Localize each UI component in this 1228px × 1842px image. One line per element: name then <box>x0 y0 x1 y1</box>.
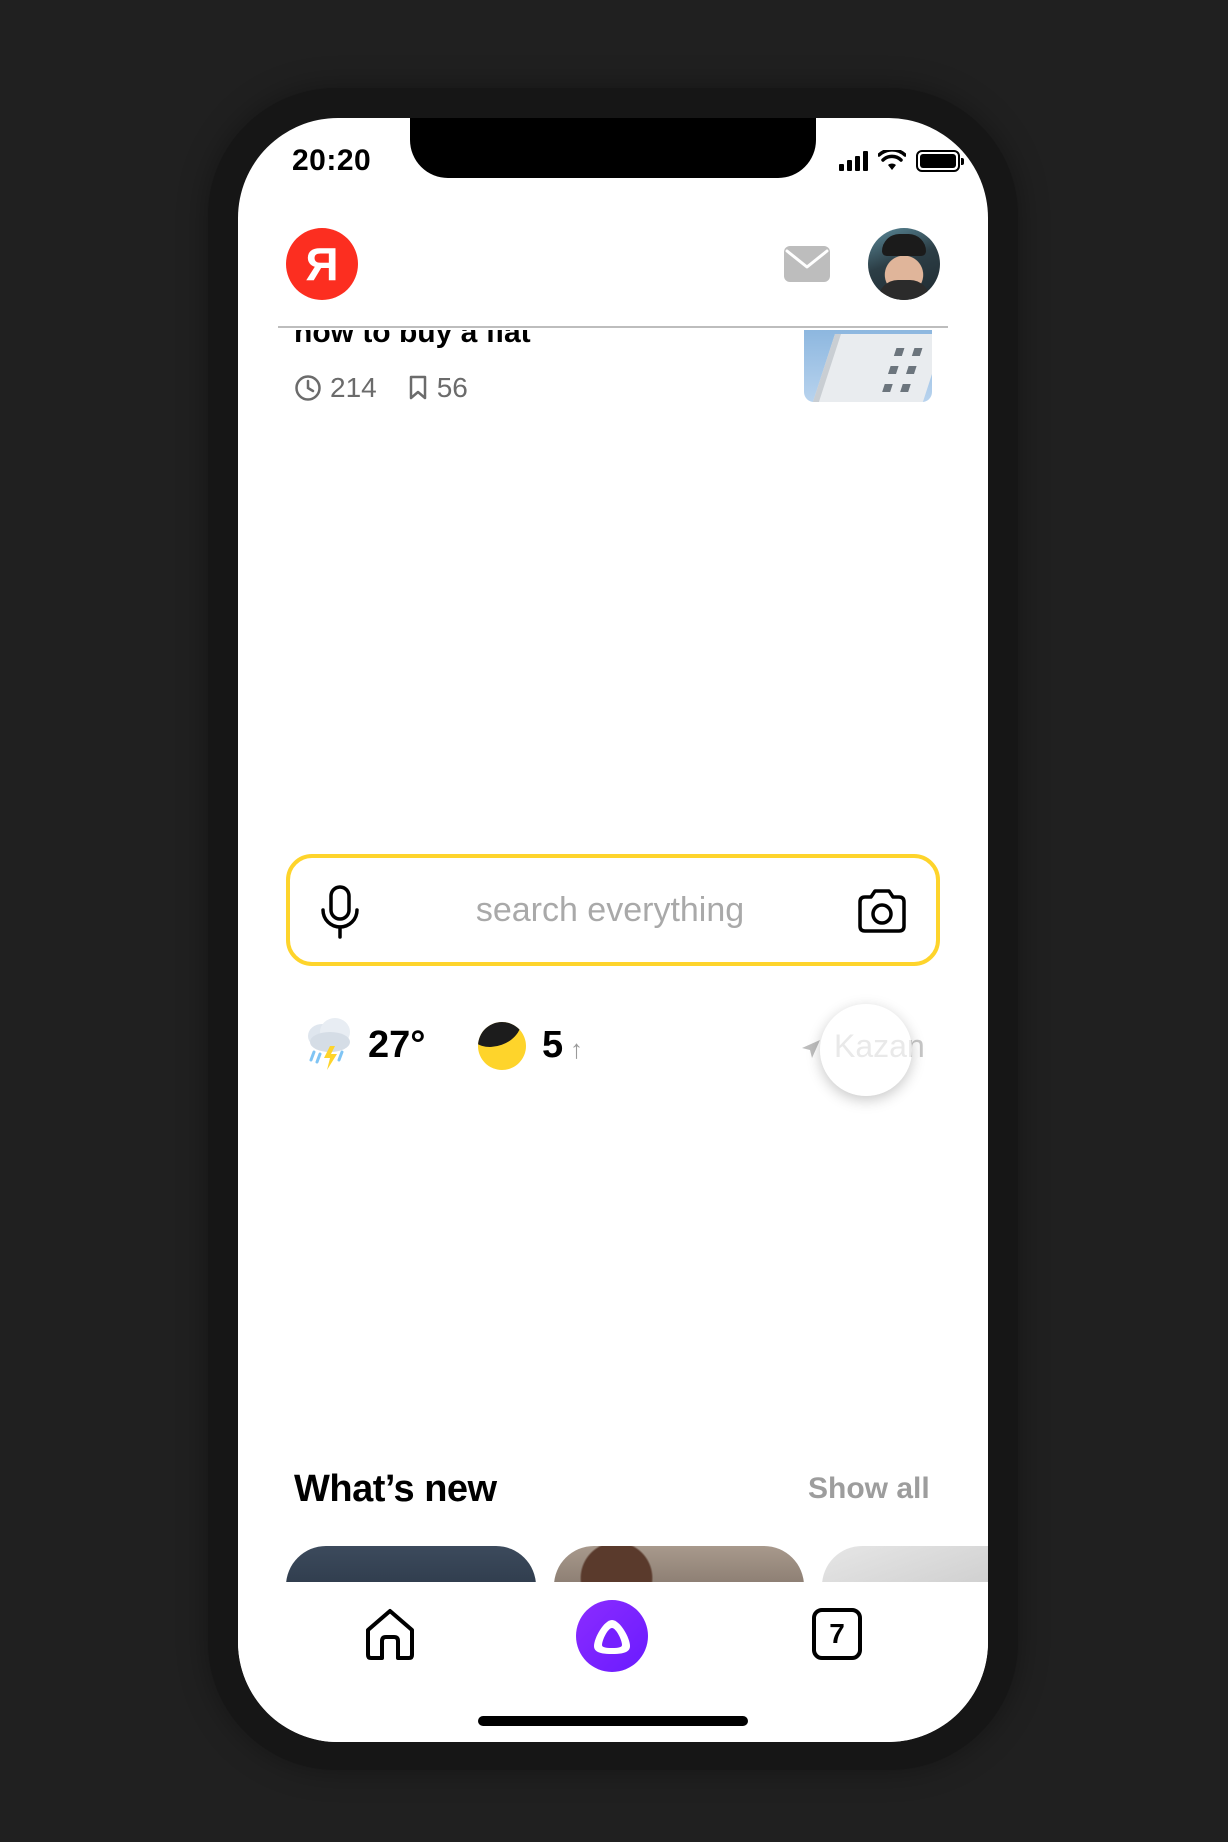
battery-icon <box>916 150 964 172</box>
stories-row <box>286 1546 988 1582</box>
search-input[interactable] <box>410 878 810 942</box>
location-arrow-icon <box>802 1040 820 1058</box>
alice-icon <box>594 1620 630 1654</box>
story-card[interactable] <box>822 1546 988 1582</box>
home-icon[interactable] <box>362 1606 418 1662</box>
mail-icon[interactable] <box>784 246 830 282</box>
avatar[interactable] <box>868 228 940 300</box>
notch <box>410 118 816 178</box>
bookmark-icon <box>409 375 426 400</box>
touch-indicator <box>820 1004 912 1096</box>
alice-button[interactable] <box>576 1600 648 1672</box>
article-meta: 214 56 <box>294 372 488 404</box>
traffic-trend: ↑ <box>570 1034 583 1064</box>
whats-new-title: What’s new <box>294 1468 497 1510</box>
info-row: 27° 5 ↑ Kazan <box>238 1002 988 1112</box>
tabs-button[interactable]: 7 <box>812 1608 862 1660</box>
app-screen: 20:20 Я how to buy a flat 214 56 search … <box>238 118 988 1742</box>
wifi-icon <box>878 150 906 170</box>
clock-icon <box>295 375 321 401</box>
article-thumbnail[interactable] <box>804 330 932 402</box>
article-title: how to buy a flat <box>294 330 531 349</box>
thunderstorm-icon[interactable] <box>302 1016 356 1072</box>
signal-icon <box>839 151 868 171</box>
views-count: 214 <box>330 372 377 403</box>
microphone-icon[interactable] <box>316 884 364 940</box>
search-box[interactable] <box>286 854 940 966</box>
story-card[interactable] <box>554 1546 804 1582</box>
home-indicator[interactable] <box>478 1716 748 1726</box>
yandex-logo[interactable]: Я <box>286 228 358 300</box>
show-all-link[interactable]: Show all <box>808 1472 930 1506</box>
traffic-level[interactable]: 5 <box>542 1024 563 1067</box>
story-card[interactable] <box>286 1546 536 1582</box>
status-icons <box>839 150 964 172</box>
header: Я <box>238 228 988 334</box>
status-time: 20:20 <box>292 144 372 177</box>
camera-icon[interactable] <box>854 884 910 940</box>
header-divider <box>278 326 948 328</box>
traffic-icon[interactable] <box>478 1022 526 1070</box>
temperature[interactable]: 27° <box>368 1024 425 1067</box>
bookmarks-count: 56 <box>436 372 468 403</box>
